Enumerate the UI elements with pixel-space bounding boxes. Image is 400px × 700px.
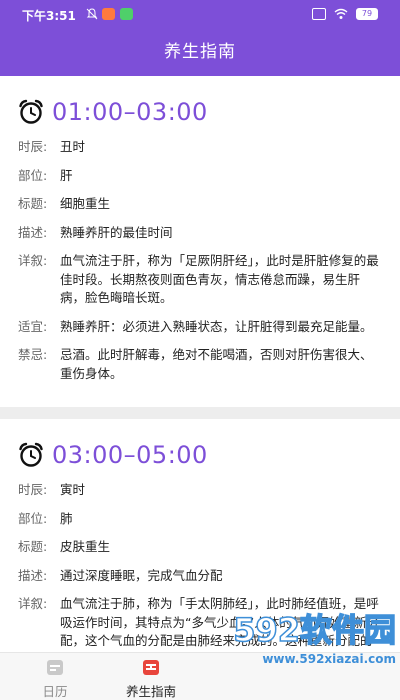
time-range: 01:00–03:00 (52, 98, 208, 126)
tab-calendar[interactable]: 日历 (10, 653, 100, 700)
row-detail: 详叙: 血气流注于肝，称为「足厥阴肝经」，此时是肝脏修复的最佳时段。长期熬夜则面色… (18, 252, 382, 308)
time-range: 03:00–05:00 (52, 441, 208, 469)
entry-header: 01:00–03:00 (18, 92, 382, 132)
row-organ: 部位: 肝 (18, 167, 382, 186)
row-organ: 部位: 肺 (18, 510, 382, 529)
row-value: 肝 (60, 167, 73, 183)
tab-label: 养生指南 (125, 684, 176, 699)
alarm-clock-icon (19, 442, 43, 467)
row-label: 适宜: (18, 318, 48, 334)
row-value: 熟睡养肝的最佳时间 (60, 224, 173, 240)
row-title: 标题: 细胞重生 (18, 195, 382, 214)
row-title: 标题: 皮肤重生 (18, 538, 382, 557)
row-label: 标题: (18, 539, 48, 554)
row-value: 皮肤重生 (60, 539, 111, 554)
watermark-url: www.592xiazai.com (262, 652, 396, 666)
download-notification-icon (120, 8, 133, 20)
tab-label: 日历 (42, 684, 68, 699)
row-value: 肺 (60, 510, 73, 526)
row-label: 时辰: (18, 482, 48, 497)
row-shichen: 时辰: 寅时 (18, 481, 382, 500)
watermark-logo: 592软件园 www.592xiazai.com (200, 610, 396, 696)
watermark-brand: 592软件园 (232, 610, 396, 650)
row-value: 通过深度睡眠，完成气血分配 (60, 567, 223, 583)
row-label: 描述: (18, 567, 48, 583)
guide-icon (143, 660, 159, 675)
row-value: 忌酒。此时肝解毒，绝对不能喝酒，否则对肝伤害很大、重伤身体。 (60, 347, 373, 381)
guide-list[interactable]: 01:00–03:00 时辰: 丑时 部位: 肝 标题: 细胞重生 描述: 熟睡养肝的最… (0, 76, 400, 652)
row-label: 描述: (18, 224, 48, 240)
row-label: 部位: (18, 510, 48, 526)
row-label: 详叙: (18, 596, 48, 611)
alarm-clock-icon (19, 99, 43, 124)
row-label: 部位: (18, 167, 48, 183)
entry-header: 03:00–05:00 (18, 435, 382, 475)
row-description: 描述: 通过深度睡眠，完成气血分配 (18, 567, 382, 586)
row-value: 细胞重生 (60, 196, 111, 211)
notification-muted-icon (86, 8, 98, 20)
row-shichen: 时辰: 丑时 (18, 138, 382, 157)
status-bar: 下午3:51 79 (0, 0, 400, 28)
row-label: 禁忌: (18, 347, 48, 362)
row-value: 熟睡养肝：必须进入熟睡状态，让肝脏得到最充足能量。 (60, 318, 373, 334)
row-value: 血气流注于肝，称为「足厥阴肝经」，此时是肝脏修复的最佳时段。长期熬夜则面色青灰，… (60, 253, 379, 305)
sim-icon (312, 8, 326, 20)
row-taboo: 禁忌: 忌酒。此时肝解毒，绝对不能喝酒，否则对肝伤害很大、重伤身体。 (18, 346, 382, 383)
tab-health-guide[interactable]: 养生指南 (106, 653, 196, 700)
row-label: 时辰: (18, 139, 48, 154)
time-entry-1: 01:00–03:00 时辰: 丑时 部位: 肝 标题: 细胞重生 描述: 熟睡养肝的最… (0, 76, 400, 407)
row-value: 寅时 (60, 482, 86, 497)
row-description: 描述: 熟睡养肝的最佳时间 (18, 224, 382, 243)
app-notification-icon (102, 8, 115, 20)
calendar-icon (47, 660, 63, 675)
row-label: 详叙: (18, 253, 48, 268)
status-time: 下午3:51 (22, 9, 76, 23)
row-value: 丑时 (60, 139, 86, 154)
section-divider (0, 407, 400, 419)
row-label: 标题: (18, 196, 48, 211)
page-title: 养生指南 (0, 28, 400, 76)
row-suitable: 适宜: 熟睡养肝：必须进入熟睡状态，让肝脏得到最充足能量。 (18, 318, 382, 337)
wifi-icon (334, 8, 348, 19)
battery-icon: 79 (356, 8, 378, 20)
